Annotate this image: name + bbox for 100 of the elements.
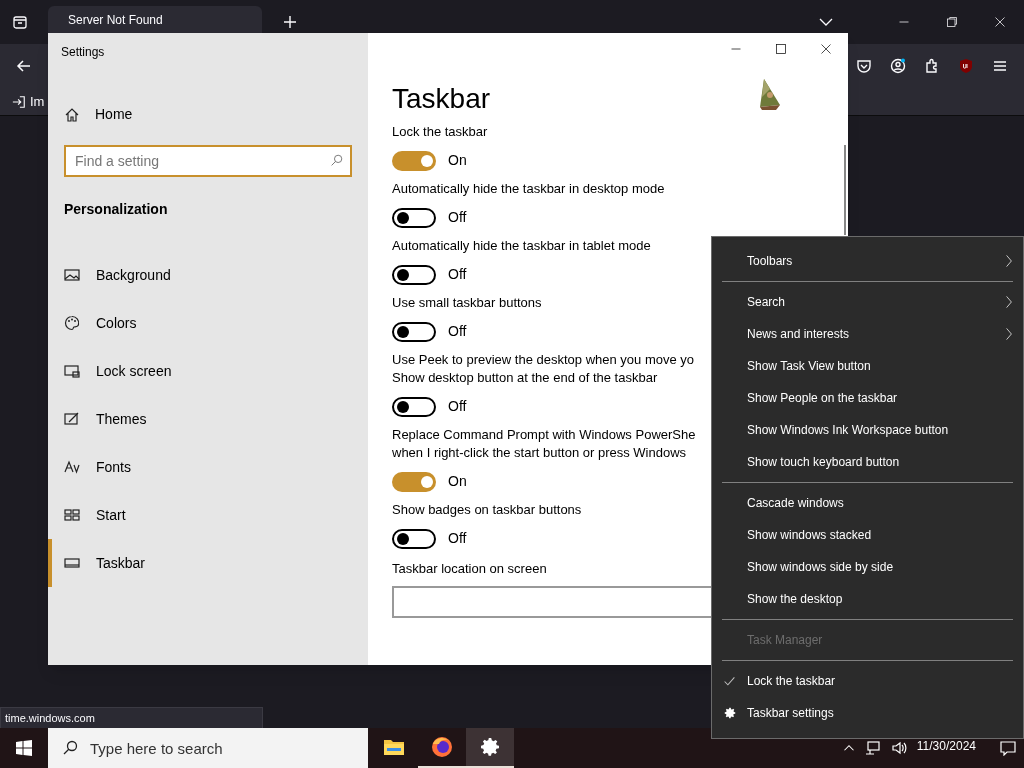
- account-icon[interactable]: [890, 58, 906, 74]
- menu-label: Show the desktop: [747, 591, 844, 608]
- setting-label: Replace Command Prompt with Windows PowerShe when I right-click the start button or press Windows: [392, 426, 696, 462]
- menu-item[interactable]: Cascade windows: [712, 487, 1023, 519]
- shield-icon[interactable]: [958, 58, 974, 74]
- toggle-state: Off: [448, 529, 467, 548]
- toggle-state: On: [448, 472, 467, 491]
- checkmark-icon: [723, 674, 736, 688]
- toggle-switch[interactable]: [392, 150, 436, 171]
- menu-item[interactable]: Show touch keyboard button: [712, 446, 1023, 478]
- browser-tab[interactable]: Server Not Found: [48, 6, 262, 33]
- menu-item[interactable]: Show People on the taskbar: [712, 382, 1023, 414]
- menu-label: Show windows side by side: [747, 559, 895, 576]
- gear-icon: [478, 735, 502, 759]
- toggle-switch[interactable]: [392, 396, 436, 417]
- nav-label: Start: [96, 505, 126, 525]
- status-url: time.windows.com: [5, 710, 95, 726]
- nav-item[interactable]: Background: [48, 251, 368, 299]
- nav-item[interactable]: Colors: [48, 299, 368, 347]
- home-icon: [64, 106, 80, 123]
- restore-icon[interactable]: [946, 16, 958, 28]
- gear-icon: [722, 706, 737, 720]
- nav-label: Fonts: [96, 457, 131, 477]
- setting-label: Taskbar location on screen: [392, 560, 547, 578]
- nav-item[interactable]: Lock screen: [48, 347, 368, 395]
- nav-label: Colors: [96, 313, 137, 333]
- brush-icon: [64, 411, 80, 427]
- menu-item[interactable]: Show Task View button: [712, 350, 1023, 382]
- nav-label: Background: [96, 265, 171, 285]
- setting-label: Automatically hide the taskbar in tablet mode: [392, 237, 651, 255]
- toggle-state: Off: [448, 208, 467, 227]
- menu-item[interactable]: Search: [712, 286, 1023, 318]
- taskbar-app[interactable]: [466, 728, 514, 768]
- nav-label: Lock screen: [96, 361, 172, 381]
- setting-label: Lock the taskbar: [392, 123, 488, 141]
- menu-label: Search: [747, 294, 787, 311]
- toggle-switch[interactable]: [392, 207, 436, 228]
- notification-icon[interactable]: [1000, 740, 1016, 756]
- start-icon: [64, 507, 80, 523]
- setting-label: Use Peek to preview the desktop when you move yo Show desktop button at the end of the taskbar: [392, 351, 695, 387]
- image-icon: [64, 267, 80, 283]
- taskbar-icon: [64, 555, 80, 571]
- tab-list-icon[interactable]: [12, 14, 28, 30]
- lock-screen-icon: [64, 363, 80, 379]
- menu-label: Show Task View button: [747, 358, 872, 375]
- nav-item[interactable]: Themes: [48, 395, 368, 443]
- menu-label: Taskbar settings: [747, 705, 835, 722]
- toggle-switch[interactable]: [392, 321, 436, 342]
- toggle-switch[interactable]: [392, 264, 436, 285]
- clock-date[interactable]: 11/30/2024: [916, 737, 976, 755]
- back-arrow-icon[interactable]: [16, 58, 32, 74]
- home-link[interactable]: Home: [64, 104, 368, 125]
- menu-label: Cascade windows: [747, 495, 845, 512]
- chevron-right-icon: [1005, 295, 1013, 309]
- menu-label: Show windows stacked: [747, 527, 873, 544]
- toggle-state: On: [448, 151, 467, 170]
- speaker-icon[interactable]: [890, 740, 907, 756]
- taskbar-search-field[interactable]: Type here to search: [48, 728, 368, 768]
- nav-item[interactable]: Start: [48, 491, 368, 539]
- setting-label: Use small taskbar buttons: [392, 294, 542, 312]
- toggle-state: Off: [448, 322, 467, 341]
- menu-label: Lock the taskbar: [747, 673, 837, 690]
- windows-logo-icon[interactable]: [16, 740, 32, 756]
- import-icon[interactable]: [12, 94, 26, 109]
- chevron-right-icon: [1005, 327, 1013, 341]
- section-heading: Personalization: [64, 200, 169, 219]
- menu-item[interactable]: Show windows side by side: [712, 551, 1023, 583]
- browser-icon: [430, 735, 454, 759]
- toggle-state: Off: [448, 397, 467, 416]
- menu-icon[interactable]: [992, 58, 1008, 74]
- maximize-icon[interactable]: [775, 43, 787, 55]
- menu-label: Show Windows Ink Workspace button: [747, 422, 950, 439]
- network-icon[interactable]: [864, 740, 881, 756]
- menu-item[interactable]: Taskbar settings: [712, 697, 1023, 729]
- menu-label: Show touch keyboard button: [747, 454, 901, 471]
- nav-item[interactable]: Fonts: [48, 443, 368, 491]
- nav-label: Themes: [96, 409, 147, 429]
- menu-label: Toolbars: [747, 253, 794, 270]
- pocket-icon[interactable]: [856, 58, 872, 74]
- toggle-state: Off: [448, 265, 467, 284]
- fonts-icon: [64, 459, 80, 475]
- tab-title: Server Not Found: [68, 11, 163, 29]
- menu-item[interactable]: Toolbars: [712, 245, 1023, 277]
- window-title: Settings: [61, 44, 106, 61]
- setting-label: Show badges on taskbar buttons: [392, 501, 582, 519]
- extensions-icon[interactable]: [924, 58, 940, 74]
- menu-item[interactable]: Show windows stacked: [712, 519, 1023, 551]
- menu-label: Show People on the taskbar: [747, 390, 899, 407]
- setting-label: Automatically hide the taskbar in desktop mode: [392, 180, 665, 198]
- search-field[interactable]: Find a setting: [64, 145, 352, 177]
- menu-item[interactable]: Show Windows Ink Workspace button: [712, 414, 1023, 446]
- page-title: Taskbar: [392, 85, 491, 113]
- bookmark-label[interactable]: Im: [30, 91, 45, 112]
- toggle-switch[interactable]: [392, 528, 436, 549]
- menu-item[interactable]: Lock the taskbar: [712, 665, 1023, 697]
- new-tab-icon[interactable]: [282, 14, 298, 30]
- menu-item[interactable]: Show the desktop: [712, 583, 1023, 615]
- menu-item[interactable]: News and interests: [712, 318, 1023, 350]
- close-icon[interactable]: [820, 43, 832, 55]
- toggle-switch[interactable]: [392, 471, 436, 492]
